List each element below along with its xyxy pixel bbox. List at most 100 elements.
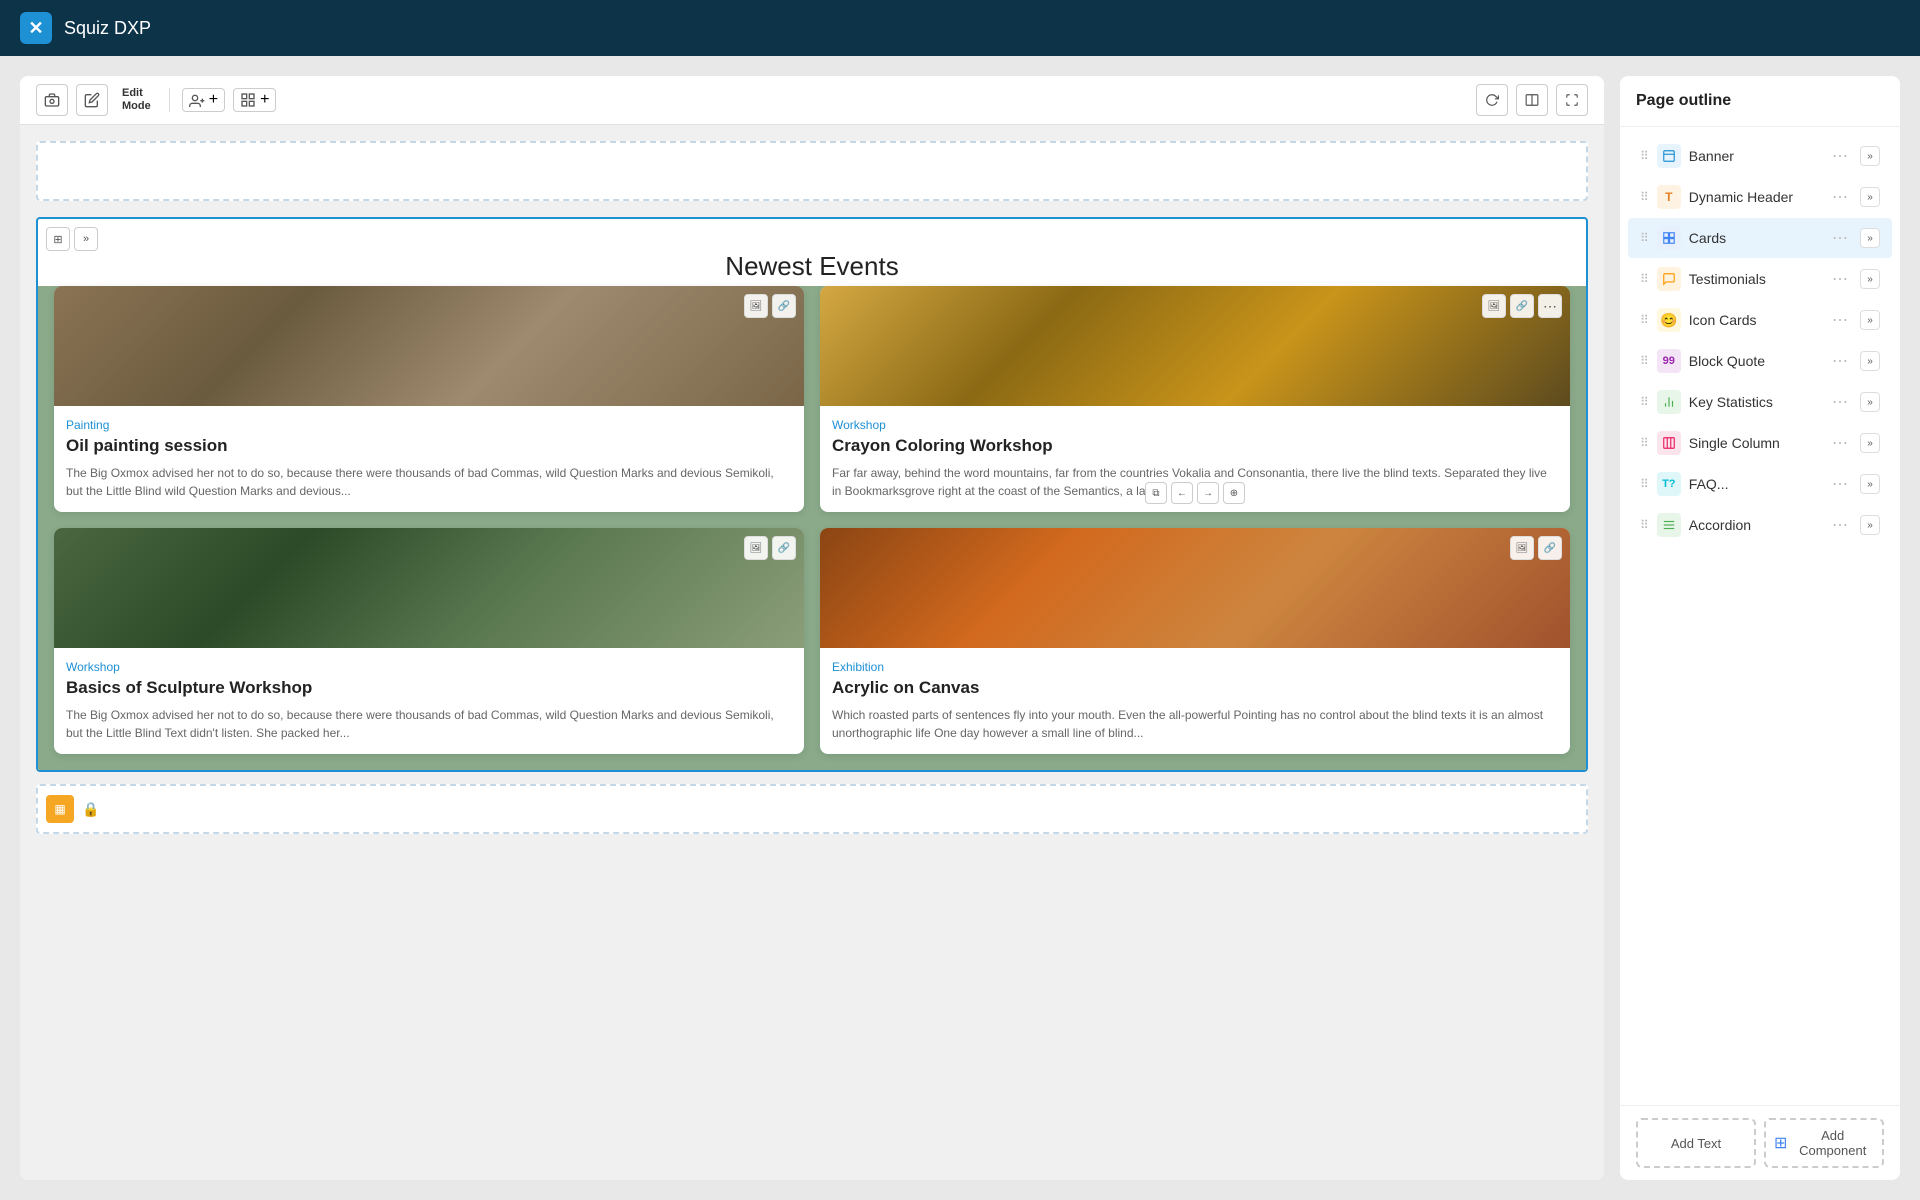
- card-1-link-btn[interactable]: 🔗: [772, 294, 796, 318]
- faq-expand[interactable]: »: [1860, 474, 1880, 494]
- outline-item-block-quote[interactable]: ⠿ 99 Block Quote ⋯ »: [1628, 341, 1892, 381]
- fullscreen-button[interactable]: [1556, 84, 1588, 116]
- card-wrapper-3: 🖼 🔗 Workshop Basics of Sculpture Worksho…: [54, 528, 804, 754]
- card-4: 🖼 🔗 Exhibition Acrylic on Canvas Which r…: [820, 528, 1570, 754]
- card-4-body: Exhibition Acrylic on Canvas Which roast…: [820, 648, 1570, 754]
- outline-item-accordion[interactable]: ⠿ Accordion ⋯ »: [1628, 505, 1892, 545]
- card-4-link-btn[interactable]: 🔗: [1538, 536, 1562, 560]
- testimonials-expand[interactable]: »: [1860, 269, 1880, 289]
- drag-handle-key-stats: ⠿: [1640, 395, 1649, 409]
- card-3-text: The Big Oxmox advised her not to do so, …: [66, 706, 792, 742]
- drag-handle-icon-cards: ⠿: [1640, 313, 1649, 327]
- block-quote-icon: 99: [1657, 349, 1681, 373]
- card-1-actions: 🖼 🔗: [744, 294, 796, 318]
- card-2-category: Workshop: [832, 418, 1558, 432]
- card-4-text: Which roasted parts of sentences fly int…: [832, 706, 1558, 742]
- single-col-expand[interactable]: »: [1860, 433, 1880, 453]
- outline-item-testimonials[interactable]: ⠿ Testimonials ⋯ »: [1628, 259, 1892, 299]
- dynamic-header-expand[interactable]: »: [1860, 187, 1880, 207]
- card-nav-copy[interactable]: ⧉: [1145, 482, 1167, 504]
- logo: ✕: [20, 12, 52, 44]
- block-quote-menu[interactable]: ⋯: [1828, 349, 1852, 373]
- card-nav: ⧉ ← → ⊕: [1145, 482, 1245, 504]
- banner-placeholder: [36, 141, 1588, 201]
- card-2-title: Crayon Coloring Workshop: [832, 436, 1558, 456]
- edit-button[interactable]: [76, 84, 108, 116]
- faq-menu[interactable]: ⋯: [1828, 472, 1852, 496]
- key-stats-icon: [1657, 390, 1681, 414]
- banner-expand[interactable]: »: [1860, 146, 1880, 166]
- topbar: ✕ Squiz DXP: [0, 0, 1920, 56]
- card-3-body: Workshop Basics of Sculpture Workshop Th…: [54, 648, 804, 754]
- card-2-more-btn[interactable]: ⋯: [1538, 294, 1562, 318]
- card-1-image: [54, 286, 804, 406]
- key-stats-menu[interactable]: ⋯: [1828, 390, 1852, 414]
- card-1-title: Oil painting session: [66, 436, 792, 456]
- outline-item-dynamic-header[interactable]: ⠿ T Dynamic Header ⋯ »: [1628, 177, 1892, 217]
- dynamic-header-menu[interactable]: ⋯: [1828, 185, 1852, 209]
- refresh-button[interactable]: [1476, 84, 1508, 116]
- drag-handle-block-quote: ⠿: [1640, 354, 1649, 368]
- drag-handle-testimonials: ⠿: [1640, 272, 1649, 286]
- block-quote-expand[interactable]: »: [1860, 351, 1880, 371]
- card-nav-add[interactable]: ⊕: [1223, 482, 1245, 504]
- outline-item-icon-cards[interactable]: ⠿ 😊 Icon Cards ⋯ »: [1628, 300, 1892, 340]
- single-col-menu[interactable]: ⋯: [1828, 431, 1852, 455]
- cards-label: Cards: [1689, 230, 1820, 246]
- drag-handle-dynamic-header: ⠿: [1640, 190, 1649, 204]
- banner-label: Banner: [1689, 148, 1820, 164]
- outline-item-faq[interactable]: ⠿ T? FAQ... ⋯ »: [1628, 464, 1892, 504]
- outline-item-banner[interactable]: ⠿ Banner ⋯ »: [1628, 136, 1892, 176]
- edit-mode-label: Edit Mode: [116, 87, 157, 113]
- card-4-image-btn[interactable]: 🖼: [1510, 536, 1534, 560]
- card-wrapper-1: 🖼 🔗 Painting Oil painting session The Bi…: [54, 286, 804, 512]
- bottom-icon: ▦: [46, 795, 74, 823]
- accordion-menu[interactable]: ⋯: [1828, 513, 1852, 537]
- add-users-plus: +: [209, 91, 218, 109]
- section-grid-btn[interactable]: ⊞: [46, 227, 70, 251]
- outline-item-key-stats[interactable]: ⠿ Key Statistics ⋯ »: [1628, 382, 1892, 422]
- accordion-label: Accordion: [1689, 517, 1820, 533]
- card-3-category: Workshop: [66, 660, 792, 674]
- add-template-group[interactable]: +: [233, 88, 276, 112]
- toolbar-right: [1476, 84, 1588, 116]
- add-component-button[interactable]: ⊞ Add Component: [1764, 1118, 1884, 1168]
- card-2-image-btn[interactable]: 🖼: [1482, 294, 1506, 318]
- section-expand-btn[interactable]: »: [74, 227, 98, 251]
- card-nav-prev[interactable]: ←: [1171, 482, 1193, 504]
- card-3-image: [54, 528, 804, 648]
- outline-list: ⠿ Banner ⋯ » ⠿ T Dynamic Header ⋯ »: [1620, 127, 1900, 1105]
- card-3-link-btn[interactable]: 🔗: [772, 536, 796, 560]
- card-2-image: [820, 286, 1570, 406]
- icon-cards-expand[interactable]: »: [1860, 310, 1880, 330]
- card-nav-next[interactable]: →: [1197, 482, 1219, 504]
- card-wrapper-2: 🖼 🔗 ⋯ Workshop Crayon Coloring Workshop …: [820, 286, 1570, 512]
- cards-menu[interactable]: ⋯: [1828, 226, 1852, 250]
- key-stats-label: Key Statistics: [1689, 394, 1820, 410]
- accordion-expand[interactable]: »: [1860, 515, 1880, 535]
- outline-item-single-col[interactable]: ⠿ Single Column ⋯ »: [1628, 423, 1892, 463]
- card-3-actions: 🖼 🔗: [744, 536, 796, 560]
- card-3-image-btn[interactable]: 🖼: [744, 536, 768, 560]
- add-component-label: Add Component: [1791, 1128, 1874, 1158]
- add-users-group[interactable]: +: [182, 88, 225, 112]
- cards-expand[interactable]: »: [1860, 228, 1880, 248]
- key-stats-expand[interactable]: »: [1860, 392, 1880, 412]
- sidebar: Page outline ⠿ Banner ⋯ » ⠿ T Dynamic He…: [1620, 76, 1900, 1180]
- banner-icon: [1657, 144, 1681, 168]
- card-1-image-btn[interactable]: 🖼: [744, 294, 768, 318]
- card-1-category: Painting: [66, 418, 792, 432]
- split-view-button[interactable]: [1516, 84, 1548, 116]
- card-2-link-btn[interactable]: 🔗: [1510, 294, 1534, 318]
- banner-menu[interactable]: ⋯: [1828, 144, 1852, 168]
- drag-handle-faq: ⠿: [1640, 477, 1649, 491]
- toolbar: Edit Mode + +: [20, 76, 1604, 125]
- camera-button[interactable]: [36, 84, 68, 116]
- card-wrapper-4: 🖼 🔗 Exhibition Acrylic on Canvas Which r…: [820, 528, 1570, 754]
- icon-cards-menu[interactable]: ⋯: [1828, 308, 1852, 332]
- section-controls: ⊞ »: [46, 227, 98, 251]
- outline-item-cards[interactable]: ⠿ Cards ⋯ »: [1628, 218, 1892, 258]
- add-text-button[interactable]: Add Text: [1636, 1118, 1756, 1168]
- testimonials-menu[interactable]: ⋯: [1828, 267, 1852, 291]
- content-area: ⊞ » Newest Events 🖼 🔗: [20, 125, 1604, 1180]
